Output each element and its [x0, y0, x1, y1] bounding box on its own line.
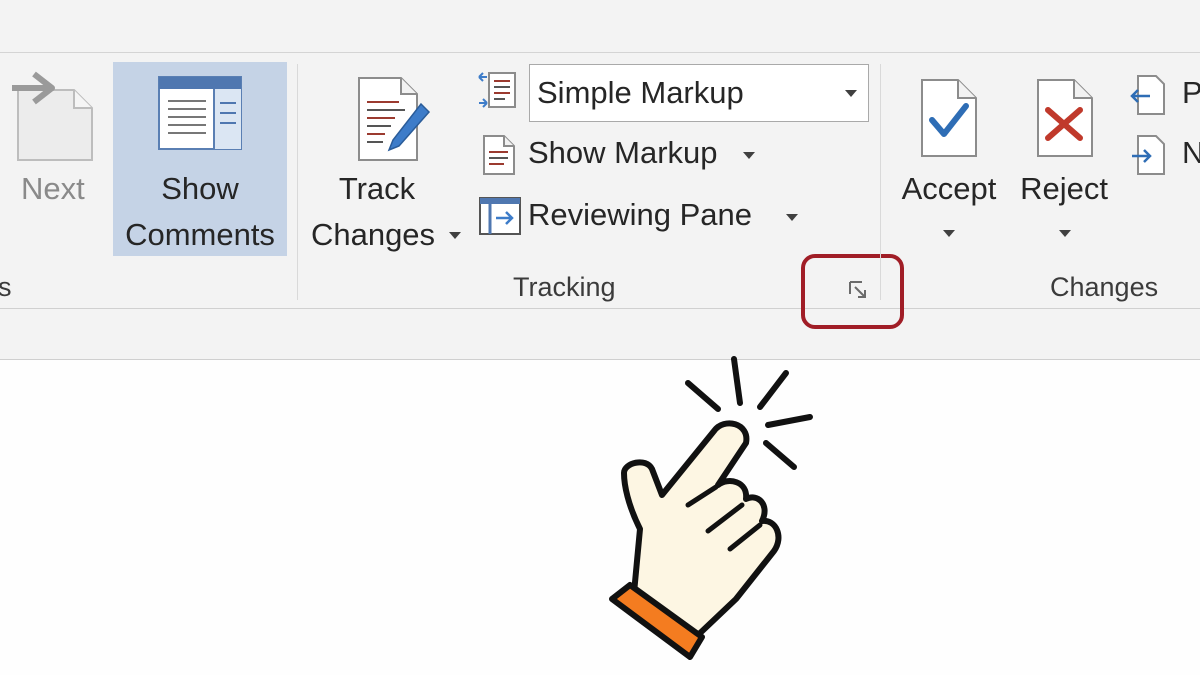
previous-change-icon [1130, 75, 1165, 115]
reject-icon [1037, 79, 1093, 157]
next-change-label: N [1182, 135, 1200, 170]
chevron-down-icon [743, 152, 755, 159]
next-change-button[interactable]: N [1128, 128, 1200, 180]
tracking-group-label: Tracking [513, 272, 616, 302]
group-separator [880, 64, 881, 300]
show-comments-icon [158, 76, 242, 150]
next-comment-icon [12, 71, 93, 161]
track-changes-icon [358, 77, 431, 161]
reviewing-pane-icon [479, 197, 521, 235]
launcher-highlight-box [801, 254, 904, 329]
show-markup-button[interactable]: Show Markup [478, 128, 768, 180]
chevron-down-icon [786, 214, 798, 221]
previous-change-button[interactable]: P [1128, 68, 1200, 120]
next-change-icon [1132, 135, 1165, 175]
markup-display-dropdown[interactable]: Simple Markup [529, 64, 869, 122]
comments-group-label: s [0, 272, 12, 302]
chevron-down-icon [845, 90, 857, 97]
accept-button[interactable]: Accept [890, 62, 1008, 256]
show-comments-label-line2: Comments [125, 217, 275, 252]
track-changes-label-line1: Track [338, 171, 416, 206]
show-comments-label-line1: Show [161, 171, 239, 206]
title-strip [0, 0, 1200, 53]
display-for-review-icon [478, 72, 516, 108]
track-changes-button[interactable]: Track Changes [307, 62, 467, 256]
reviewing-pane-button[interactable]: Reviewing Pane [478, 190, 808, 242]
reviewing-pane-label: Reviewing Pane [528, 197, 753, 232]
reject-button[interactable]: Reject [1010, 62, 1118, 256]
show-markup-icon [483, 135, 515, 175]
reject-label: Reject [1020, 171, 1108, 206]
changes-group-label: Changes [1050, 272, 1159, 302]
accept-label: Accept [901, 171, 997, 206]
show-markup-label: Show Markup [528, 135, 718, 170]
chevron-down-icon [449, 232, 461, 239]
chevron-down-icon [1059, 230, 1071, 237]
previous-change-label: P [1182, 75, 1200, 110]
pointing-hand-cursor-icon [609, 356, 813, 660]
track-changes-label-line2: Changes [310, 217, 436, 252]
next-comment-button[interactable]: Next [0, 62, 110, 256]
show-comments-button[interactable]: Show Comments [113, 62, 287, 256]
markup-dropdown-value: Simple Markup [537, 75, 744, 110]
chevron-down-icon [943, 230, 955, 237]
accept-icon [921, 79, 977, 157]
